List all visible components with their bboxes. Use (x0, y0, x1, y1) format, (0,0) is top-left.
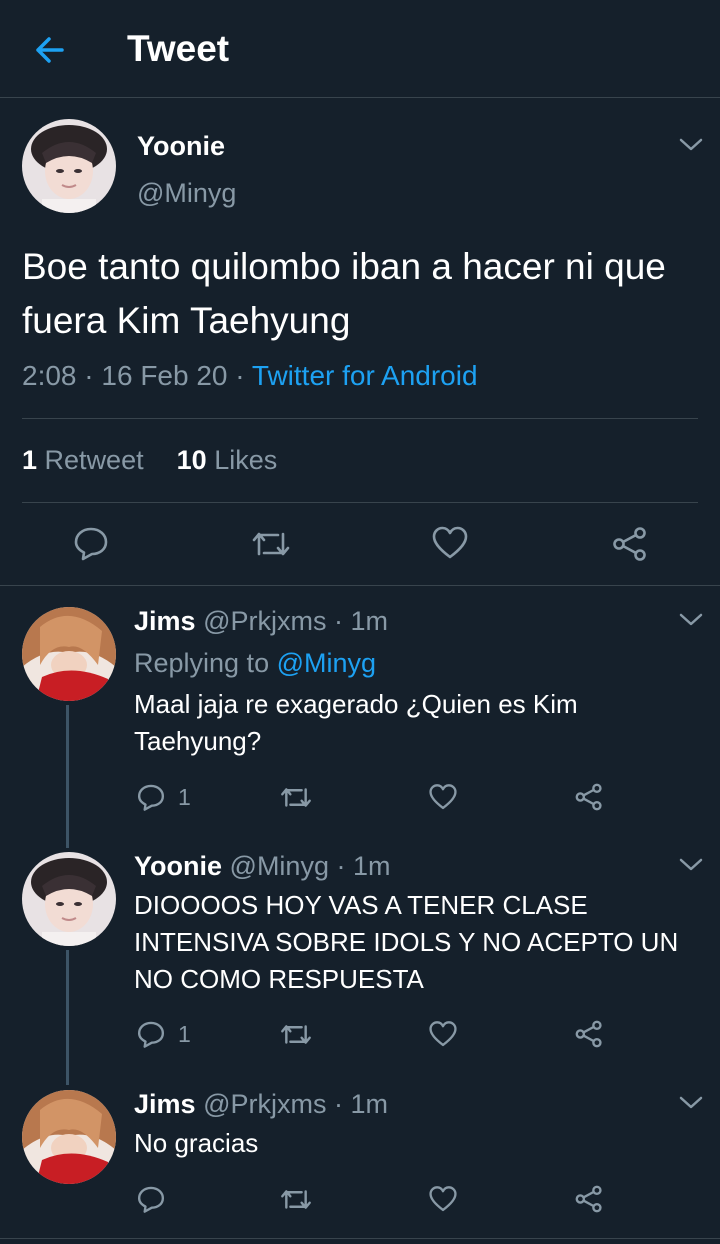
divider (22, 418, 698, 419)
reply-count: 1 (178, 1021, 191, 1047)
author-name[interactable]: Yoonie (137, 131, 225, 162)
share-icon[interactable] (574, 1019, 604, 1054)
reply-text: No gracias (134, 1128, 259, 1158)
reply-header: Yoonie @Minyg · 1m (134, 851, 391, 881)
tweet-time: 2:08 (22, 360, 77, 391)
reply-author-name[interactable]: Yoonie (134, 851, 222, 881)
divider (0, 1238, 720, 1239)
reply-header: Jims @Prkjxms · 1m (134, 606, 389, 636)
avatar-jims[interactable] (22, 607, 116, 701)
author-handle[interactable]: @Minyg (137, 178, 236, 209)
likes-stat[interactable]: 10 Likes (177, 445, 278, 475)
page-title: Tweet (127, 28, 230, 69)
thread-line (66, 705, 69, 848)
chevron-down-icon[interactable] (678, 857, 704, 873)
like-icon[interactable] (428, 783, 458, 816)
reply-icon[interactable] (72, 524, 110, 567)
like-icon[interactable] (428, 1020, 458, 1053)
reply-icon[interactable] (136, 782, 166, 817)
replying-to-link[interactable]: @Minyg (277, 648, 376, 678)
tweet-date: 16 Feb 20 (101, 360, 228, 391)
avatar-yoonie[interactable] (22, 852, 116, 946)
replying-to: Replying to @Minyg (134, 648, 377, 678)
arrow-left-icon[interactable] (30, 30, 70, 70)
share-icon[interactable] (574, 1184, 604, 1219)
retweet-icon[interactable] (279, 783, 313, 817)
avatar-jims[interactable] (22, 1090, 116, 1184)
reply-author-name[interactable]: Jims (134, 606, 196, 636)
avatar-yoonie[interactable] (22, 119, 116, 213)
divider (22, 502, 698, 503)
retweet-icon[interactable] (279, 1185, 313, 1219)
reply-icon[interactable] (136, 1184, 166, 1219)
share-icon[interactable] (574, 782, 604, 817)
retweets-stat[interactable]: 1 Retweet (22, 445, 144, 475)
reply-count: 1 (178, 784, 191, 810)
chevron-down-icon[interactable] (678, 1095, 704, 1111)
chevron-down-icon[interactable] (678, 137, 704, 153)
reply-time: 1m (350, 606, 389, 636)
tweet-meta: 2:08 · 16 Feb 20 · Twitter for Android (22, 360, 478, 392)
reply-text: Maal jaja re exagerado ¿Quien es Kim Tae… (134, 689, 578, 756)
thread-line (66, 950, 69, 1085)
share-icon[interactable] (611, 525, 649, 568)
top-bar: Tweet (0, 0, 720, 98)
meta-separator: · (235, 360, 245, 391)
reply-author-handle[interactable]: @Minyg (230, 851, 329, 881)
reply-text: DIOOOOS HOY VAS A TENER CLASE INTENSIVA … (134, 890, 679, 994)
reply-author-handle[interactable]: @Prkjxms (203, 1089, 326, 1119)
meta-separator: · (84, 360, 94, 391)
reply-header: Jims @Prkjxms · 1m (134, 1089, 389, 1119)
retweet-icon[interactable] (250, 526, 292, 567)
reply-icon[interactable] (136, 1019, 166, 1054)
tweet-text: Boe tanto quilombo iban a hacer ni que f… (22, 246, 666, 341)
tweet-source-link[interactable]: Twitter for Android (252, 360, 478, 391)
reply-author-handle[interactable]: @Prkjxms (203, 606, 326, 636)
reply-author-name[interactable]: Jims (134, 1089, 196, 1119)
like-icon[interactable] (428, 1185, 458, 1218)
chevron-down-icon[interactable] (678, 612, 704, 628)
retweet-icon[interactable] (279, 1020, 313, 1054)
divider (0, 585, 720, 586)
reply-time: 1m (350, 1089, 389, 1119)
tweet-stats: 1 Retweet 10 Likes (22, 445, 277, 476)
reply-time: 1m (353, 851, 391, 881)
like-icon[interactable] (431, 525, 469, 566)
